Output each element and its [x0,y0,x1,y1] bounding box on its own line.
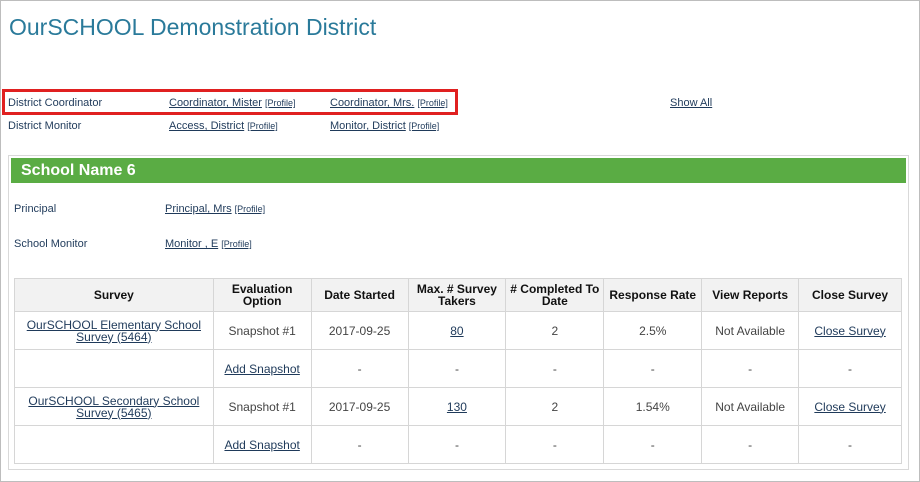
coordinator-profile-link-1[interactable]: [Profile] [265,98,296,108]
column-header-response-rate: Response Rate [603,278,703,312]
max-takers-cell: - [407,349,507,388]
school-monitor-label: School Monitor [14,238,88,250]
date-started-cell: - [310,425,409,464]
column-header-view-reports: View Reports [701,278,800,312]
view-reports-cell: Not Available [701,387,800,426]
completed-cell: - [505,349,605,388]
view-reports-cell: - [701,349,800,388]
view-reports-cell: - [701,425,800,464]
survey-cell-empty [14,425,214,464]
column-header-survey: Survey [14,278,214,312]
district-monitor-link-2[interactable]: Monitor, District [330,120,406,132]
district-monitor-link-1[interactable]: Access, District [169,120,244,132]
column-header-evaluation-option: Evaluation Option [212,278,312,312]
max-takers-cell: - [407,425,507,464]
table-row: Add Snapshot - - - - - - [14,425,902,464]
survey-link[interactable]: OurSCHOOL Elementary School Survey (5464… [27,318,201,344]
district-coordinator-label: District Coordinator [8,97,103,109]
date-started-cell: - [310,349,409,388]
column-header-completed: # Completed To Date [505,278,605,312]
coordinator-link-2[interactable]: Coordinator, Mrs. [330,97,414,109]
completed-cell: 2 [505,311,605,350]
page-title: OurSCHOOL Demonstration District [9,14,377,40]
max-takers-link[interactable]: 80 [450,324,463,338]
response-rate-cell: - [603,425,703,464]
add-snapshot-link[interactable]: Add Snapshot [224,438,299,452]
view-reports-cell: Not Available [701,311,800,350]
table-header-row: Survey Evaluation Option Date Started Ma… [14,278,902,312]
coordinator-link-1[interactable]: Coordinator, Mister [169,97,262,109]
coordinator-profile-link-2[interactable]: [Profile] [417,98,448,108]
survey-link[interactable]: OurSCHOOL Secondary School Survey (5465) [28,394,199,420]
school-monitor-profile-link[interactable]: [Profile] [221,239,252,249]
max-takers-link[interactable]: 130 [447,400,467,414]
principal-label: Principal [14,203,57,215]
survey-cell-empty [14,349,214,388]
district-monitor-profile-link-2[interactable]: [Profile] [409,121,440,131]
response-rate-cell: 2.5% [603,311,703,350]
date-started-cell: 2017-09-25 [310,311,409,350]
completed-cell: - [505,425,605,464]
district-monitor-label: District Monitor [8,120,82,132]
school-monitor-link[interactable]: Monitor , E [165,238,218,250]
close-survey-cell: - [798,349,902,388]
show-all-link[interactable]: Show All [670,97,712,109]
evaluation-option-cell: Snapshot #1 [212,387,312,426]
close-survey-cell: - [798,425,902,464]
table-row: OurSCHOOL Elementary School Survey (5464… [14,311,902,350]
district-monitor-profile-link-1[interactable]: [Profile] [247,121,278,131]
date-started-cell: 2017-09-25 [310,387,409,426]
response-rate-cell: - [603,349,703,388]
completed-cell: 2 [505,387,605,426]
evaluation-option-cell: Snapshot #1 [212,311,312,350]
principal-profile-link[interactable]: [Profile] [235,204,266,214]
close-survey-link[interactable]: Close Survey [814,400,885,414]
school-panel: School Name 6 Principal Principal, Mrs [P… [8,155,909,470]
table-row: OurSCHOOL Secondary School Survey (5465)… [14,387,902,426]
response-rate-cell: 1.54% [603,387,703,426]
table-row: Add Snapshot - - - - - - [14,349,902,388]
close-survey-link[interactable]: Close Survey [814,324,885,338]
principal-link[interactable]: Principal, Mrs [165,203,232,215]
add-snapshot-link[interactable]: Add Snapshot [224,362,299,376]
survey-table: Survey Evaluation Option Date Started Ma… [14,278,902,464]
school-name-header: School Name 6 [11,158,906,183]
column-header-max-takers: Max. # Survey Takers [407,278,507,312]
column-header-close-survey: Close Survey [798,278,902,312]
column-header-date-started: Date Started [310,278,409,312]
